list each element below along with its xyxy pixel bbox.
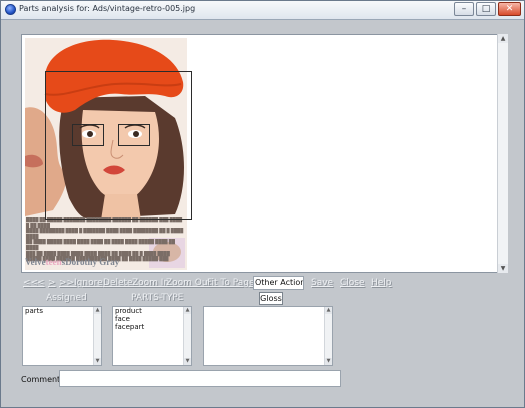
parts-type-item[interactable]: face [113, 315, 191, 323]
parts-type-header: PARTS-TYPE [131, 293, 184, 303]
brand-text-1: Velve [25, 257, 46, 267]
window-title: Parts analysis for: Ads/vintage-retro-00… [19, 4, 196, 13]
title-bar: Parts analysis for: Ads/vintage-retro-00… [1, 1, 524, 20]
gloss-button[interactable]: Gloss [259, 292, 283, 305]
app-icon [5, 4, 16, 15]
close-window-button[interactable]: ✕ [498, 2, 521, 16]
minimize-button[interactable]: – [454, 2, 474, 16]
ignore-button[interactable]: Ignore [74, 277, 103, 289]
prev-button[interactable]: < [37, 277, 45, 289]
third-list-scrollbar[interactable]: ▲ ▼ [324, 307, 332, 365]
scroll-down-arrow-icon[interactable]: ▼ [325, 358, 332, 365]
ad-brand-logo: VelveteensDorothy Gray [25, 257, 119, 267]
scroll-up-arrow-icon[interactable]: ▲ [325, 307, 332, 314]
parts-type-item[interactable]: product [113, 307, 191, 315]
zoom-in-button[interactable]: Zoom In [132, 277, 169, 289]
next-button[interactable]: > [48, 277, 56, 289]
fit-to-page-button[interactable]: Fit To Page [207, 277, 255, 289]
parts-type-list[interactable]: product face facepart ▲ ▼ [112, 306, 192, 366]
other-action-dropdown[interactable]: Other Action... [253, 276, 304, 290]
save-button[interactable]: Save [311, 277, 333, 289]
ad-body-copy: ████ ██ █████ ███████ ████████ ██████ ██… [26, 217, 184, 262]
parts-type-item[interactable]: facepart [113, 323, 191, 331]
viewer-vertical-scrollbar[interactable]: ▲ ▼ [497, 34, 508, 273]
scroll-up-arrow-icon[interactable]: ▲ [184, 307, 191, 314]
left-eye-bounding-box[interactable] [72, 124, 104, 146]
app-window: Parts analysis for: Ads/vintage-retro-00… [0, 0, 525, 408]
assigned-list[interactable]: parts ▲ ▼ [22, 306, 102, 366]
delete-button[interactable]: Delete [103, 277, 133, 289]
assigned-list-scrollbar[interactable]: ▲ ▼ [93, 307, 101, 365]
scroll-up-arrow-icon[interactable]: ▲ [498, 34, 508, 43]
help-button[interactable]: Help [371, 277, 392, 289]
assigned-header: Assigned [46, 293, 87, 303]
brand-text-2: teen [45, 257, 62, 267]
scroll-down-arrow-icon[interactable]: ▼ [184, 358, 191, 365]
scroll-down-arrow-icon[interactable]: ▼ [498, 264, 508, 273]
scroll-up-arrow-icon[interactable]: ▲ [94, 307, 101, 314]
comment-input[interactable] [59, 370, 341, 387]
parts-type-list-scrollbar[interactable]: ▲ ▼ [183, 307, 191, 365]
maximize-button[interactable]: □ [476, 2, 496, 16]
first-button[interactable]: << [23, 277, 38, 289]
assigned-item[interactable]: parts [23, 307, 101, 315]
last-button[interactable]: >> [59, 277, 74, 289]
close-button[interactable]: Close [340, 277, 365, 289]
comment-label: Comment: [21, 375, 63, 384]
zoom-out-button[interactable]: Zoom Out [166, 277, 211, 289]
scroll-down-arrow-icon[interactable]: ▼ [94, 358, 101, 365]
brand-text-4: Dorothy Gray [65, 257, 120, 267]
right-eye-bounding-box[interactable] [118, 124, 150, 146]
third-list[interactable]: ▲ ▼ [203, 306, 333, 366]
